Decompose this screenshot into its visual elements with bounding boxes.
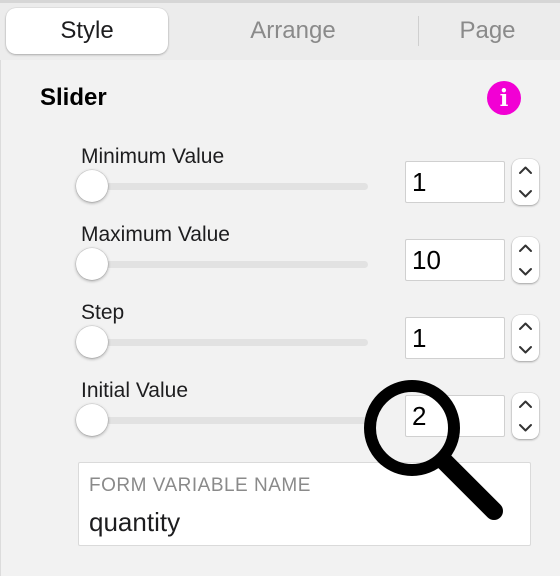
chevron-up-icon[interactable] xyxy=(512,393,539,416)
maximum-value-slider-track[interactable] xyxy=(90,261,368,268)
minimum-value-stepper xyxy=(512,159,539,205)
tab-style[interactable]: Style xyxy=(6,8,168,54)
magnifier-icon xyxy=(364,380,503,520)
chevron-up-icon[interactable] xyxy=(512,159,539,182)
step-slider-track[interactable] xyxy=(90,339,368,346)
chevron-down-icon[interactable] xyxy=(512,182,539,205)
section-title: Slider xyxy=(40,84,107,111)
form-variable-name-value[interactable]: quantity xyxy=(89,507,180,538)
initial-value-slider-thumb[interactable] xyxy=(76,404,108,436)
minimum-value-label: Minimum Value xyxy=(81,145,225,168)
tab-page[interactable]: Page xyxy=(419,8,556,54)
maximum-value-label: Maximum Value xyxy=(81,223,230,246)
window-top-border xyxy=(0,0,560,3)
maximum-value-slider-thumb[interactable] xyxy=(76,248,108,280)
step-label: Step xyxy=(81,301,125,324)
initial-value-stepper xyxy=(512,393,539,439)
initial-value-label: Initial Value xyxy=(81,379,189,402)
chevron-up-icon[interactable] xyxy=(512,315,539,338)
step-input[interactable]: 1 xyxy=(405,317,505,359)
minimum-value-input[interactable]: 1 xyxy=(405,161,505,203)
initial-value-slider-track[interactable] xyxy=(90,417,368,424)
chevron-down-icon[interactable] xyxy=(512,416,539,439)
chevron-down-icon[interactable] xyxy=(512,260,539,283)
chevron-down-icon[interactable] xyxy=(512,338,539,361)
step-slider-thumb[interactable] xyxy=(76,326,108,358)
form-variable-name-label: FORM VARIABLE NAME xyxy=(89,475,311,496)
chevron-up-icon[interactable] xyxy=(512,237,539,260)
minimum-value-slider-track[interactable] xyxy=(90,183,368,190)
inspector-tabs: Style Arrange Page xyxy=(6,8,556,54)
step-stepper xyxy=(512,315,539,361)
maximum-value-stepper xyxy=(512,237,539,283)
minimum-value-slider-thumb[interactable] xyxy=(76,170,108,202)
tab-arrange[interactable]: Arrange xyxy=(168,8,418,54)
info-icon[interactable]: i xyxy=(487,81,521,115)
maximum-value-input[interactable]: 10 xyxy=(405,239,505,281)
